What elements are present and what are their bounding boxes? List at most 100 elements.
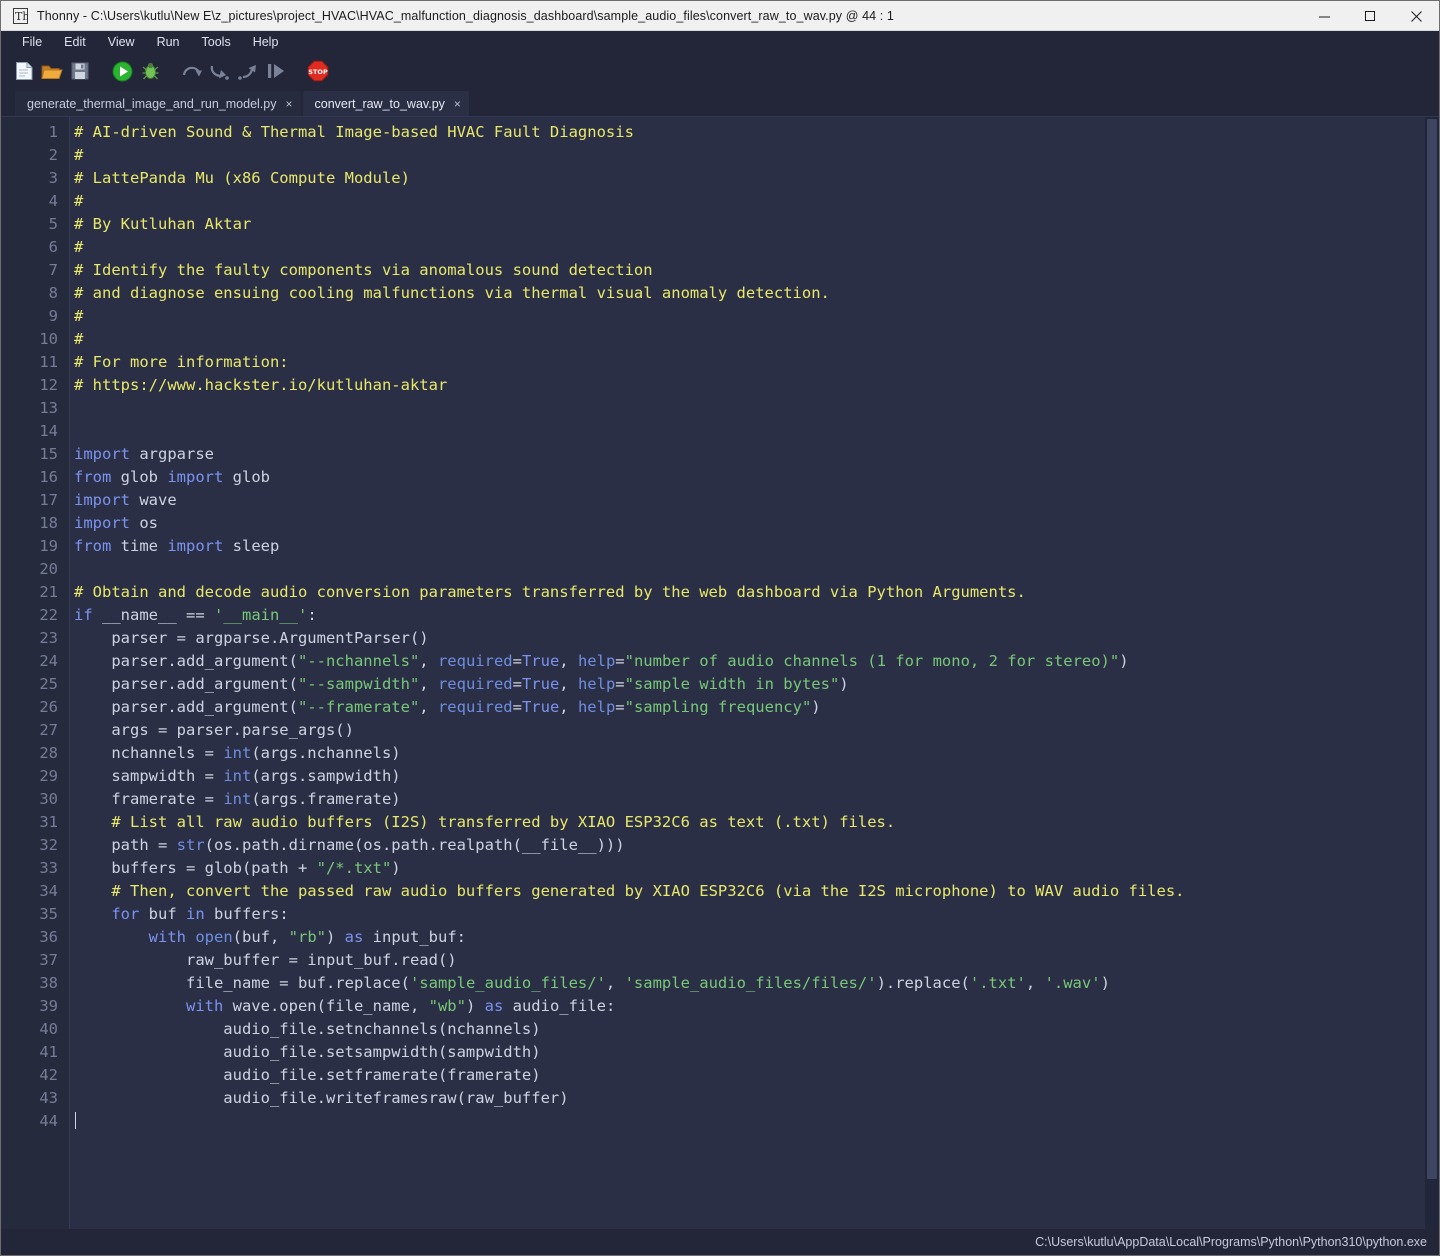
menu-file[interactable]: File <box>11 33 53 51</box>
line-number: 41 <box>1 1041 58 1064</box>
code-line[interactable]: import os <box>74 512 1439 535</box>
code-line[interactable]: if __name__ == '__main__': <box>74 604 1439 627</box>
code-line[interactable]: # <box>74 305 1439 328</box>
code-token-kw: from <box>74 468 111 486</box>
code-line[interactable]: # By Kutluhan Aktar <box>74 213 1439 236</box>
code-token-plain: time <box>111 537 167 555</box>
code-line[interactable] <box>74 558 1439 581</box>
tab-close-icon[interactable]: × <box>454 98 461 110</box>
code-line[interactable]: parser.add_argument("--sampwidth", requi… <box>74 673 1439 696</box>
code-line[interactable]: # AI-driven Sound & Thermal Image-based … <box>74 121 1439 144</box>
code-token-plain: args = parser.parse_args() <box>74 721 354 739</box>
code-line[interactable]: # <box>74 328 1439 351</box>
code-token-kw: for <box>111 905 139 923</box>
new-file-icon[interactable] <box>11 58 37 84</box>
code-line[interactable]: import argparse <box>74 443 1439 466</box>
code-line[interactable]: args = parser.parse_args() <box>74 719 1439 742</box>
code-line[interactable]: with open(buf, "rb") as input_buf: <box>74 926 1439 949</box>
open-file-icon[interactable] <box>39 58 65 84</box>
code-line[interactable]: parser = argparse.ArgumentParser() <box>74 627 1439 650</box>
code-line[interactable] <box>74 1110 1439 1133</box>
code-line[interactable]: framerate = int(args.framerate) <box>74 788 1439 811</box>
menu-help[interactable]: Help <box>242 33 290 51</box>
tab-convert-raw-to-wav[interactable]: convert_raw_to_wav.py × <box>303 91 469 116</box>
line-number: 7 <box>1 259 58 282</box>
svg-text:STOP: STOP <box>308 68 328 76</box>
minimize-button[interactable] <box>1301 1 1347 31</box>
code-line[interactable]: # Identify the faulty components via ano… <box>74 259 1439 282</box>
editor-vertical-scrollbar[interactable] <box>1425 117 1439 1229</box>
code-line[interactable] <box>74 420 1439 443</box>
code-line[interactable]: parser.add_argument("--framerate", requi… <box>74 696 1439 719</box>
code-line[interactable]: audio_file.writeframesraw(raw_buffer) <box>74 1087 1439 1110</box>
tab-close-icon[interactable]: × <box>285 98 292 110</box>
code-token-plain: argparse <box>130 445 214 463</box>
scrollbar-thumb[interactable] <box>1427 119 1437 1179</box>
code-line[interactable]: file_name = buf.replace('sample_audio_fi… <box>74 972 1439 995</box>
code-line[interactable]: raw_buffer = input_buf.read() <box>74 949 1439 972</box>
code-token-comment: # <box>74 307 83 325</box>
line-number: 37 <box>1 949 58 972</box>
code-token-plain: file_name = buf.replace( <box>74 974 410 992</box>
code-line[interactable]: from time import sleep <box>74 535 1439 558</box>
code-token-plain: = <box>615 698 624 716</box>
line-number: 31 <box>1 811 58 834</box>
code-line[interactable]: # Obtain and decode audio conversion par… <box>74 581 1439 604</box>
menu-run[interactable]: Run <box>146 33 191 51</box>
code-token-plain: audio_file.setsampwidth(sampwidth) <box>74 1043 541 1061</box>
line-number: 6 <box>1 236 58 259</box>
code-line[interactable]: # Then, convert the passed raw audio buf… <box>74 880 1439 903</box>
code-token-kw: True <box>522 698 559 716</box>
code-line[interactable]: parser.add_argument("--nchannels", requi… <box>74 650 1439 673</box>
code-line[interactable]: audio_file.setsampwidth(sampwidth) <box>74 1041 1439 1064</box>
code-line[interactable]: # <box>74 190 1439 213</box>
code-line[interactable] <box>74 397 1439 420</box>
code-line[interactable]: # LattePanda Mu (x86 Compute Module) <box>74 167 1439 190</box>
code-token-builtin: int <box>223 767 251 785</box>
code-line[interactable]: audio_file.setnchannels(nchannels) <box>74 1018 1439 1041</box>
code-line[interactable]: # <box>74 144 1439 167</box>
tab-label: generate_thermal_image_and_run_model.py <box>27 97 276 111</box>
step-into-icon[interactable] <box>207 58 233 84</box>
resume-icon[interactable] <box>263 58 289 84</box>
code-line[interactable]: # and diagnose ensuing cooling malfuncti… <box>74 282 1439 305</box>
code-line[interactable]: from glob import glob <box>74 466 1439 489</box>
code-line[interactable]: path = str(os.path.dirname(os.path.realp… <box>74 834 1439 857</box>
maximize-button[interactable] <box>1347 1 1393 31</box>
stop-icon[interactable]: STOP <box>305 58 331 84</box>
code-line[interactable]: with wave.open(file_name, "wb") as audio… <box>74 995 1439 1018</box>
code-line[interactable]: # https://www.hackster.io/kutluhan-aktar <box>74 374 1439 397</box>
code-token-builtin: help <box>578 675 615 693</box>
menu-edit[interactable]: Edit <box>53 33 97 51</box>
toolbar: STOP <box>1 53 1439 89</box>
step-out-icon[interactable] <box>235 58 261 84</box>
code-line[interactable]: # <box>74 236 1439 259</box>
menu-view[interactable]: View <box>97 33 146 51</box>
code-token-plain: (args.framerate) <box>251 790 400 808</box>
line-number: 10 <box>1 328 58 351</box>
code-token-kw: import <box>74 491 130 509</box>
code-line[interactable]: buffers = glob(path + "/*.txt") <box>74 857 1439 880</box>
code-line[interactable]: sampwidth = int(args.sampwidth) <box>74 765 1439 788</box>
close-button[interactable] <box>1393 1 1439 31</box>
code-line[interactable]: nchannels = int(args.nchannels) <box>74 742 1439 765</box>
code-token-plain: ) <box>1101 974 1110 992</box>
code-token-str: '.wav' <box>1045 974 1101 992</box>
code-line[interactable]: audio_file.setframerate(framerate) <box>74 1064 1439 1087</box>
step-over-icon[interactable] <box>179 58 205 84</box>
code-token-plain: os <box>130 514 158 532</box>
code-editor[interactable]: 1234567891011121314151617181920212223242… <box>1 116 1439 1229</box>
debug-icon[interactable] <box>137 58 163 84</box>
code-text-area[interactable]: # AI-driven Sound & Thermal Image-based … <box>69 117 1439 1229</box>
save-file-icon[interactable] <box>67 58 93 84</box>
tab-generate-thermal-image-and-run-model[interactable]: generate_thermal_image_and_run_model.py … <box>15 91 301 116</box>
menu-tools[interactable]: Tools <box>191 33 242 51</box>
run-icon[interactable] <box>109 58 135 84</box>
code-token-plain: buf <box>139 905 186 923</box>
line-number: 43 <box>1 1087 58 1110</box>
code-line[interactable]: # For more information: <box>74 351 1439 374</box>
interpreter-path[interactable]: C:\Users\kutlu\AppData\Local\Programs\Py… <box>1035 1235 1427 1249</box>
code-line[interactable]: # List all raw audio buffers (I2S) trans… <box>74 811 1439 834</box>
code-line[interactable]: for buf in buffers: <box>74 903 1439 926</box>
code-line[interactable]: import wave <box>74 489 1439 512</box>
